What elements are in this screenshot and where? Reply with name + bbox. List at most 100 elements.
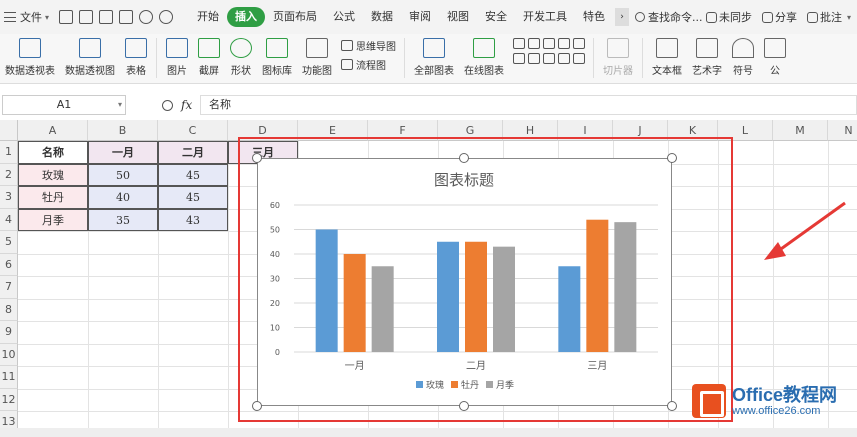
chart-object[interactable]: 图表标题 0 10 20 30 40 50 60 一月 二月 三月 玫瑰 牡丹 月季 xyxy=(257,158,672,406)
data-cell[interactable]: 玫瑰 xyxy=(18,163,88,186)
resize-handle-bottom-right[interactable] xyxy=(667,401,677,411)
pivot-table-label: 数据透视表 xyxy=(5,66,55,77)
tab-special[interactable]: 特色 xyxy=(575,7,613,27)
zoom-icon[interactable] xyxy=(162,99,173,111)
online-charts-button[interactable]: 在线图表 xyxy=(459,38,509,77)
row-header-8[interactable]: 8 xyxy=(0,298,18,321)
resize-handle-top[interactable] xyxy=(459,153,469,163)
row-header-6[interactable]: 6 xyxy=(0,253,18,276)
column-header-m[interactable]: M xyxy=(773,120,828,141)
column-header-c[interactable]: C xyxy=(158,120,228,141)
header-cell[interactable]: 名称 xyxy=(18,141,88,164)
mindmap-button[interactable]: 思维导图 xyxy=(341,38,396,53)
export-icon[interactable] xyxy=(119,10,134,24)
table-button[interactable]: 表格 xyxy=(120,38,152,77)
formula-input[interactable]: 名称 xyxy=(200,95,857,115)
formula-insert-button[interactable]: 公 xyxy=(759,38,791,77)
tab-page-layout[interactable]: 页面布局 xyxy=(265,7,325,27)
tab-security[interactable]: 安全 xyxy=(477,7,515,27)
data-cell[interactable]: 40 xyxy=(88,186,158,209)
area-chart-icon[interactable] xyxy=(573,38,585,49)
sheet-tabs-bar[interactable] xyxy=(0,428,857,437)
row-header-11[interactable]: 11 xyxy=(0,366,18,389)
flowchart-button[interactable]: 流程图 xyxy=(341,57,396,72)
share-button[interactable]: 分享 xyxy=(761,9,797,25)
resize-handle-bottom-left[interactable] xyxy=(252,401,262,411)
data-cell[interactable]: 牡丹 xyxy=(18,186,88,209)
tab-home[interactable]: 开始 xyxy=(189,7,227,27)
ribbon-tabs: 开始 插入 页面布局 公式 数据 审阅 视图 安全 开发工具 特色 xyxy=(189,0,613,34)
header-cell[interactable]: 二月 xyxy=(158,141,228,164)
data-cell[interactable]: 45 xyxy=(158,186,228,209)
resize-handle-top-right[interactable] xyxy=(667,153,677,163)
print-preview-icon[interactable] xyxy=(79,10,94,24)
line-chart-icon[interactable] xyxy=(543,38,555,49)
tab-view[interactable]: 视图 xyxy=(439,7,477,27)
file-menu[interactable]: 文件 ▾ xyxy=(0,0,49,34)
function-chart-button[interactable]: 功能图 xyxy=(297,38,337,77)
legend-swatch xyxy=(451,381,458,388)
data-cell[interactable]: 35 xyxy=(88,208,158,231)
pivot-table-button[interactable]: 数据透视表 xyxy=(0,38,60,77)
textbox-button[interactable]: 文本框 xyxy=(647,38,687,77)
wordart-button[interactable]: 艺术字 xyxy=(687,38,727,77)
stock-chart-icon[interactable] xyxy=(573,53,585,64)
pivot-chart-button[interactable]: 数据透视图 xyxy=(60,38,120,77)
tab-review[interactable]: 审阅 xyxy=(401,7,439,27)
print-icon[interactable] xyxy=(99,10,114,24)
picture-label: 图片 xyxy=(167,66,187,77)
row-header-1[interactable]: 1 xyxy=(0,141,18,164)
column-chart-icon[interactable] xyxy=(513,38,525,49)
undo-icon[interactable] xyxy=(139,10,154,24)
header-cell[interactable]: 一月 xyxy=(88,141,158,164)
icon-library-button[interactable]: 图标库 xyxy=(257,38,297,77)
wordart-label: 艺术字 xyxy=(692,66,722,77)
name-box[interactable]: A1 ▾ xyxy=(2,95,126,115)
select-all-corner[interactable] xyxy=(0,120,18,141)
picture-button[interactable]: 图片 xyxy=(161,38,193,77)
command-search[interactable]: 查找命令... xyxy=(635,9,703,25)
bar-horizontal-chart-icon[interactable] xyxy=(528,38,540,49)
row-header-5[interactable]: 5 xyxy=(0,231,18,254)
envelope-chart-icon[interactable] xyxy=(513,53,525,64)
slicer-button[interactable]: 切片器 xyxy=(598,38,638,77)
screenshot-button[interactable]: 截屏 xyxy=(193,38,225,77)
omega-icon xyxy=(732,38,754,58)
save-icon[interactable] xyxy=(59,10,74,24)
row-header-12[interactable]: 12 xyxy=(0,388,18,411)
row-header-3[interactable]: 3 xyxy=(0,186,18,209)
tab-data[interactable]: 数据 xyxy=(363,7,401,27)
fx-icon[interactable]: fx xyxy=(181,98,192,112)
resize-handle-bottom[interactable] xyxy=(459,401,469,411)
data-cell[interactable]: 43 xyxy=(158,208,228,231)
shape-button[interactable]: 形状 xyxy=(225,38,257,77)
data-cell[interactable]: 50 xyxy=(88,163,158,186)
tab-developer[interactable]: 开发工具 xyxy=(515,7,575,27)
data-cell[interactable]: 45 xyxy=(158,163,228,186)
row-header-2[interactable]: 2 xyxy=(0,163,18,186)
combo-chart-icon[interactable] xyxy=(528,53,540,64)
row-header-10[interactable]: 10 xyxy=(0,343,18,366)
tab-formulas[interactable]: 公式 xyxy=(325,7,363,27)
row-header-7[interactable]: 7 xyxy=(0,276,18,299)
row-header-4[interactable]: 4 xyxy=(0,208,18,231)
pie-chart-icon[interactable] xyxy=(543,53,555,64)
shape-label: 形状 xyxy=(231,66,251,77)
redo-icon[interactable] xyxy=(159,10,174,24)
grid-column-line xyxy=(228,141,229,434)
data-cell[interactable]: 月季 xyxy=(18,208,88,231)
column-header-n[interactable]: N xyxy=(828,120,857,141)
sync-button[interactable]: 未同步 xyxy=(705,9,752,25)
symbol-button[interactable]: 符号 xyxy=(727,38,759,77)
resize-handle-top-left[interactable] xyxy=(252,153,262,163)
row-header-9[interactable]: 9 xyxy=(0,321,18,344)
all-charts-button[interactable]: 全部图表 xyxy=(409,38,459,77)
tabs-more-button[interactable]: › xyxy=(615,8,630,26)
column-header-b[interactable]: B xyxy=(88,120,158,141)
column-header-a[interactable]: A xyxy=(18,120,88,141)
radar-chart-icon[interactable] xyxy=(558,38,570,49)
bar xyxy=(371,266,394,352)
comment-button[interactable]: 批注 ▾ xyxy=(806,9,851,25)
scatter-chart-icon[interactable] xyxy=(558,53,570,64)
tab-insert[interactable]: 插入 xyxy=(227,7,266,27)
